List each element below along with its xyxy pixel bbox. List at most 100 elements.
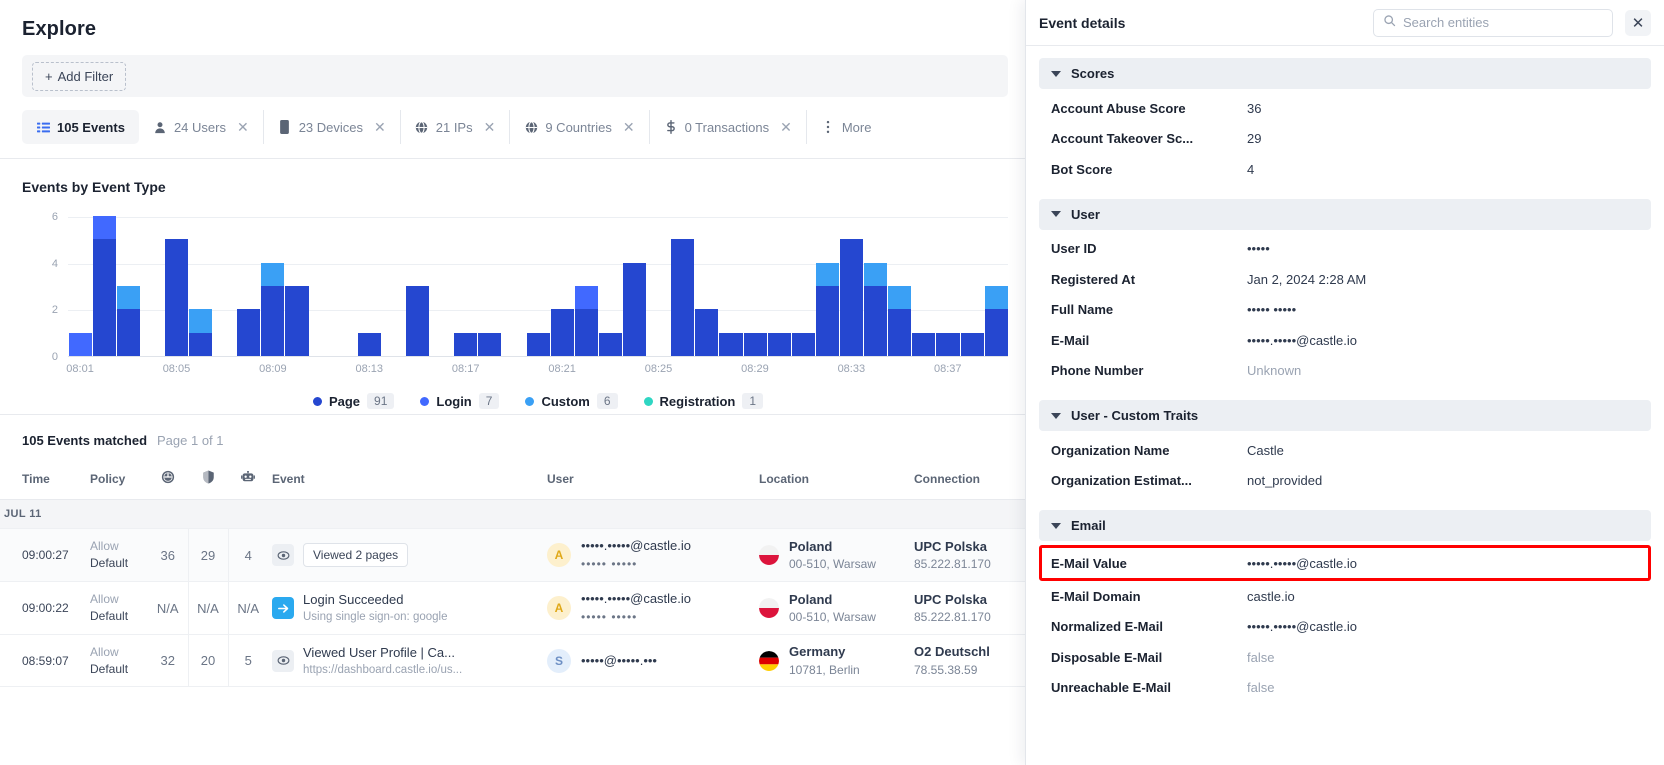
bar-slot[interactable] [574, 217, 598, 356]
search-entities-box[interactable] [1373, 8, 1613, 37]
legend-item-registration[interactable]: Registration 1 [643, 393, 764, 409]
bar[interactable] [68, 332, 92, 356]
bar-slot[interactable] [864, 217, 888, 356]
bar[interactable] [285, 286, 309, 356]
column-header-time[interactable]: Time [0, 464, 86, 500]
bar-slot[interactable] [357, 217, 381, 356]
bar[interactable] [864, 262, 888, 356]
entity-tab-9-countries[interactable]: 9 Countries ✕ [510, 110, 650, 144]
bar-slot[interactable] [550, 217, 574, 356]
bar-slot[interactable] [502, 217, 526, 356]
entity-tab-0-transactions[interactable]: 0 Transactions ✕ [650, 110, 807, 144]
entity-tab-close-icon[interactable]: ✕ [484, 119, 496, 136]
legend-item-custom[interactable]: Custom 6 [525, 393, 618, 409]
bar[interactable] [767, 332, 791, 356]
bar[interactable] [261, 262, 285, 356]
entity-tab-24-users[interactable]: 24 Users ✕ [139, 110, 264, 144]
close-icon[interactable]: ✕ [1625, 9, 1651, 36]
bar-slot[interactable] [695, 217, 719, 356]
entity-tab-105-events[interactable]: 105 Events [22, 110, 139, 144]
bar[interactable] [406, 286, 430, 356]
table-row[interactable]: 09:00:22 Allow Default N/A N/A N/A Login S… [0, 581, 1030, 636]
bar[interactable] [888, 286, 912, 356]
bar-slot[interactable] [526, 217, 550, 356]
bar[interactable] [454, 332, 478, 356]
bar[interactable] [478, 332, 502, 356]
bar-slot[interactable] [623, 217, 647, 356]
bar[interactable] [623, 262, 647, 356]
entity-tab-23-devices[interactable]: 23 Devices ✕ [264, 110, 401, 144]
column-header-location[interactable]: Location [755, 464, 910, 500]
bar-slot[interactable] [309, 217, 333, 356]
bar-slot[interactable] [984, 217, 1008, 356]
bar[interactable] [92, 216, 116, 356]
entity-tab-close-icon[interactable]: ✕ [623, 119, 635, 136]
table-row[interactable]: 08:59:07 Allow Default 32 20 5 Viewed User… [0, 634, 1030, 688]
bar[interactable] [743, 332, 767, 356]
bar-slot[interactable] [213, 217, 237, 356]
column-header-event[interactable]: Event [268, 464, 543, 500]
bar-slot[interactable] [285, 217, 309, 356]
legend-item-login[interactable]: Login 7 [420, 393, 500, 409]
section-header-email[interactable]: Email [1039, 510, 1651, 541]
bar-slot[interactable] [912, 217, 936, 356]
section-header-user-custom-traits[interactable]: User - Custom Traits [1039, 400, 1651, 431]
bar-slot[interactable] [767, 217, 791, 356]
section-header-scores[interactable]: Scores [1039, 58, 1651, 89]
entity-tab-close-icon[interactable]: ✕ [374, 119, 386, 136]
bar-slot[interactable] [430, 217, 454, 356]
bar-slot[interactable] [478, 217, 502, 356]
bar-slot[interactable] [406, 217, 430, 356]
event-pill[interactable]: Viewed 2 pages [303, 543, 409, 568]
bar[interactable] [960, 332, 984, 356]
bar-slot[interactable] [815, 217, 839, 356]
table-row[interactable]: 09:00:27 Allow Default 36 29 4 Viewed 2 pa… [0, 528, 1030, 583]
bar[interactable] [791, 332, 815, 356]
bar-slot[interactable] [888, 217, 912, 356]
bar-slot[interactable] [237, 217, 261, 356]
bar-slot[interactable] [261, 217, 285, 356]
section-header-user[interactable]: User [1039, 198, 1651, 230]
bar-slot[interactable] [333, 217, 357, 356]
bar-slot[interactable] [140, 217, 164, 356]
bar[interactable] [164, 239, 189, 356]
bar[interactable] [526, 332, 550, 356]
bar[interactable] [237, 309, 261, 356]
bar-slot[interactable] [936, 217, 960, 356]
column-header-takeover[interactable] [188, 464, 228, 500]
bar-slot[interactable] [92, 216, 116, 356]
bar[interactable] [116, 286, 140, 356]
add-filter-button[interactable]: + Add Filter [32, 61, 127, 91]
bar-slot[interactable] [960, 217, 984, 356]
bar-slot[interactable] [598, 217, 623, 356]
bar-slot[interactable] [791, 217, 815, 356]
legend-item-page[interactable]: Page 91 [312, 393, 395, 409]
bar-slot[interactable] [743, 217, 767, 356]
bar-slot[interactable] [381, 217, 405, 356]
bar-slot[interactable] [671, 217, 695, 356]
entity-tab-more[interactable]: More [807, 110, 886, 144]
bar[interactable] [357, 332, 381, 356]
entity-tab-close-icon[interactable]: ✕ [237, 119, 249, 136]
column-header-bot[interactable] [228, 464, 268, 500]
bar[interactable] [695, 309, 719, 356]
bar[interactable] [671, 239, 695, 356]
bar[interactable] [984, 286, 1008, 356]
bar[interactable] [912, 332, 936, 356]
bar-slot[interactable] [647, 217, 671, 356]
entity-tab-21-ips[interactable]: 21 IPs ✕ [401, 110, 511, 144]
search-input[interactable] [1403, 15, 1603, 30]
bar[interactable] [574, 286, 598, 356]
bar[interactable] [815, 262, 839, 356]
column-header-policy[interactable]: Policy [86, 464, 148, 500]
bar[interactable] [550, 309, 574, 356]
bar-slot[interactable] [840, 217, 864, 356]
bar[interactable] [719, 332, 743, 356]
bar-slot[interactable] [189, 217, 213, 356]
bar[interactable] [936, 332, 960, 356]
bar-slot[interactable] [454, 217, 478, 356]
entity-tab-close-icon[interactable]: ✕ [780, 119, 792, 136]
bar-slot[interactable] [116, 217, 140, 356]
bar-slot[interactable] [164, 217, 189, 356]
column-header-abuse[interactable] [148, 464, 188, 500]
